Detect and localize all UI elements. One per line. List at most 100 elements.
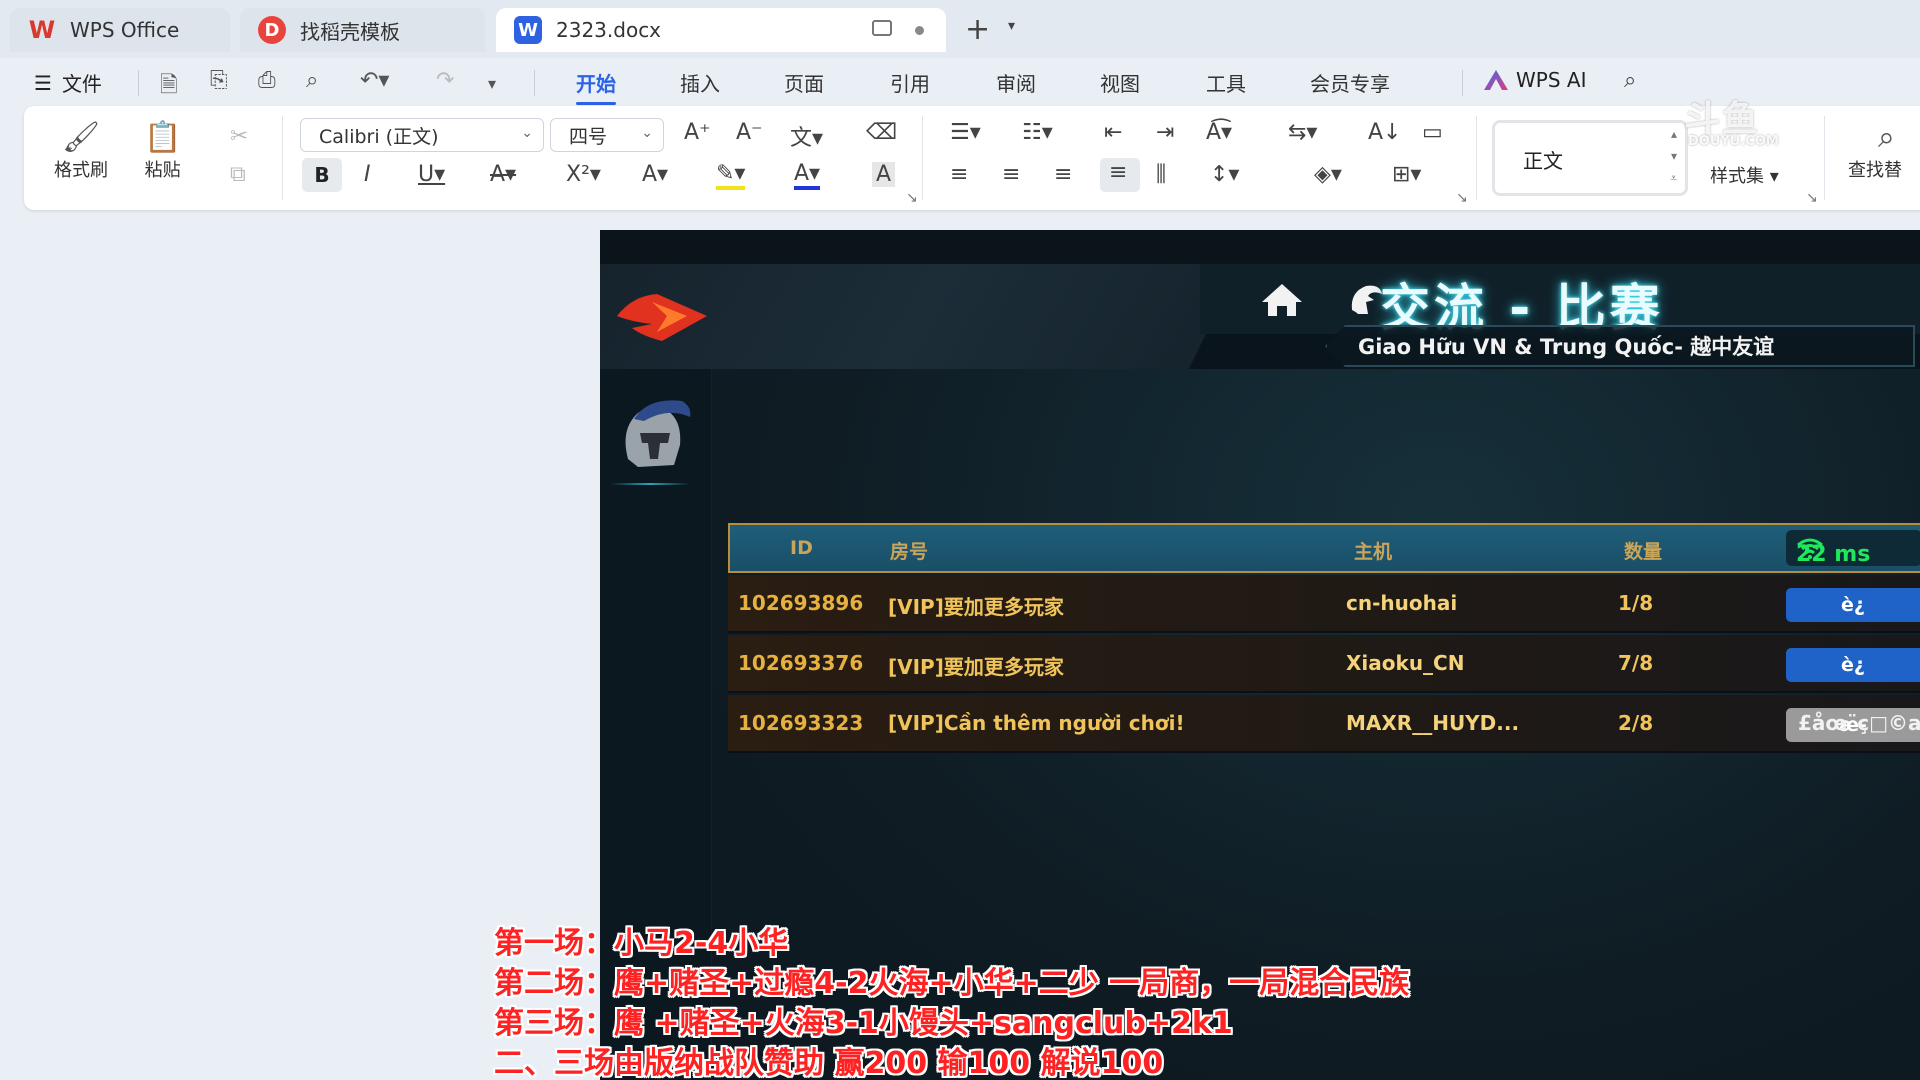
douyu-watermark-url: DOUYU.COM xyxy=(1688,134,1779,149)
wps-ai-button[interactable]: WPS AI xyxy=(1484,68,1586,92)
bold-button[interactable]: B xyxy=(302,158,342,192)
style-set-label: 样式集 xyxy=(1710,166,1764,187)
paste-label: 粘贴 xyxy=(144,160,181,181)
print-preview-icon[interactable]: ⌕ xyxy=(306,68,318,93)
show-marks-icon[interactable]: ▭ xyxy=(1422,120,1443,145)
room-name: [VIP]要加更多玩家 xyxy=(888,595,1064,619)
home-icon[interactable] xyxy=(1260,282,1304,318)
table-row[interactable]: 102693376 [VIP]要加更多玩家 Xiaoku_CN 7/8 è¿ xyxy=(728,635,1920,693)
search-icon[interactable]: ⌕ xyxy=(1624,68,1636,93)
find-replace-button[interactable]: ⌕ 查找替 xyxy=(1848,120,1902,182)
italic-icon[interactable]: I xyxy=(364,162,371,187)
grow-font-icon[interactable]: A⁺ xyxy=(684,120,711,145)
shading-icon[interactable]: ◈▾ xyxy=(1314,162,1342,187)
ping-value: 22 ms xyxy=(1796,542,1871,567)
tab-view[interactable]: 视图 xyxy=(1100,68,1140,97)
font-name-select[interactable]: Calibri (正文) ⌄ xyxy=(300,118,544,152)
join-button[interactable]: è¿ xyxy=(1786,648,1920,682)
style-set-button[interactable]: 样式集 ▾ xyxy=(1710,162,1779,188)
align-center-icon[interactable]: ≡ xyxy=(1002,162,1020,187)
tab-wps-office[interactable]: W WPS Office xyxy=(10,8,230,52)
print-icon[interactable]: ⎙ xyxy=(258,68,276,93)
tab-page[interactable]: 页面 xyxy=(784,68,824,97)
text-effect-icon[interactable]: A▾ xyxy=(642,162,668,187)
tab-document[interactable]: W 2323.docx xyxy=(496,8,946,52)
clear-format-icon[interactable]: ⌫ xyxy=(866,120,897,145)
tab-label: WPS Office xyxy=(70,18,180,42)
table-header: ID 房号 主机 数量 22 ms xyxy=(728,523,1920,573)
highlight-icon[interactable]: ✎▾ xyxy=(716,162,746,190)
char-shading-icon[interactable]: A xyxy=(872,162,896,187)
room-id: 102693376 xyxy=(738,651,864,675)
chevron-down-icon[interactable]: ▾ xyxy=(1008,18,1015,34)
tab-tools[interactable]: 工具 xyxy=(1206,68,1246,97)
tab-home[interactable]: 开始 xyxy=(576,68,616,105)
style-current[interactable]: 正文 xyxy=(1523,145,1563,174)
paragraph-dialog-launcher-icon[interactable]: ↘ xyxy=(1456,190,1468,206)
divider xyxy=(1476,116,1477,200)
monitor-icon[interactable] xyxy=(872,20,892,36)
chevron-down-icon[interactable]: ▾ xyxy=(1671,149,1677,163)
tab-membership[interactable]: 会员专享 xyxy=(1310,68,1390,97)
superscript-icon[interactable]: X²▾ xyxy=(566,162,601,187)
bullet-list-icon[interactable]: ☰▾ xyxy=(950,120,981,145)
export-icon[interactable]: ⎘ xyxy=(210,68,228,93)
undo-icon[interactable]: ↶▾ xyxy=(360,68,389,93)
numbered-list-icon[interactable]: ☷▾ xyxy=(1022,120,1053,145)
borders-icon[interactable]: ⊞▾ xyxy=(1392,162,1421,187)
page-subtitle: Giao Hữu VN & Trung Quốc- 越中友谊 xyxy=(1358,335,1775,359)
strikethrough-icon[interactable]: A▾ xyxy=(490,162,516,187)
format-painter-label: 格式刷 xyxy=(54,160,108,181)
expand-icon[interactable]: ⩡ xyxy=(1670,171,1677,186)
chevron-up-icon[interactable]: ▴ xyxy=(1671,127,1677,141)
shrink-font-icon[interactable]: A⁻ xyxy=(736,120,763,145)
tab-review[interactable]: 审阅 xyxy=(996,68,1036,97)
cut-icon[interactable]: ✂ xyxy=(230,124,248,149)
text-direction-icon[interactable]: ⇆▾ xyxy=(1288,120,1317,145)
paste-button[interactable]: 📋 粘贴 xyxy=(144,120,181,182)
file-menu[interactable]: ☰ 文件 xyxy=(34,68,102,97)
decrease-indent-icon[interactable]: ⇤ xyxy=(1104,120,1122,145)
increase-indent-icon[interactable]: ⇥ xyxy=(1156,120,1174,145)
line-spacing-icon[interactable]: ↕▾ xyxy=(1210,162,1239,187)
room-host: Xiaoku_CN xyxy=(1346,651,1465,675)
chevron-down-icon: ⌄ xyxy=(521,125,533,141)
avatar[interactable] xyxy=(608,389,700,479)
styles-dialog-launcher-icon[interactable]: ↘ xyxy=(1806,190,1818,206)
chinese-layout-icon[interactable]: A͡▾ xyxy=(1206,120,1232,145)
font-size-select[interactable]: 四号 ⌄ xyxy=(550,118,664,152)
underline-icon[interactable]: U▾ xyxy=(418,162,445,187)
format-painter-button[interactable]: 🖌 格式刷 xyxy=(54,120,108,182)
divider xyxy=(138,70,139,96)
column-count[interactable]: 数量 xyxy=(1624,537,1662,564)
redo-icon[interactable]: ↷ xyxy=(436,68,454,93)
align-left-icon[interactable]: ≡ xyxy=(950,162,968,187)
font-color-icon[interactable]: A▾ xyxy=(794,162,821,190)
tab-references[interactable]: 引用 xyxy=(890,68,930,97)
font-dialog-launcher-icon[interactable]: ↘ xyxy=(906,190,918,206)
divider xyxy=(922,116,923,200)
phonetic-icon[interactable]: 文▾ xyxy=(790,120,823,152)
column-room[interactable]: 房号 xyxy=(890,537,928,564)
new-tab-plus-icon[interactable]: + xyxy=(965,12,990,47)
copy-icon[interactable]: ⧉ xyxy=(230,162,246,187)
join-button[interactable]: è¿ xyxy=(1786,588,1920,622)
word-doc-icon: W xyxy=(514,16,542,44)
game-logo-icon xyxy=(617,294,707,341)
justify-button[interactable]: ≡ xyxy=(1100,158,1140,192)
save-icon[interactable]: 🗎 xyxy=(160,68,178,106)
more-chevron-icon[interactable]: ▾ xyxy=(488,74,496,93)
tab-docer-templates[interactable]: D 找稻壳模板 xyxy=(240,8,485,52)
tab-insert[interactable]: 插入 xyxy=(680,68,720,97)
align-right-icon[interactable]: ≡ xyxy=(1054,162,1072,187)
column-host[interactable]: 主机 xyxy=(1354,537,1392,564)
distribute-icon[interactable]: ⫼ xyxy=(1156,162,1166,187)
style-gallery[interactable]: 正文 ▴ ▾ ⩡ xyxy=(1492,120,1688,196)
column-id[interactable]: ID xyxy=(790,537,813,559)
spartan-helmet-icon[interactable] xyxy=(1346,280,1384,318)
sort-icon[interactable]: A↓ xyxy=(1368,120,1401,145)
table-row[interactable]: 102693323 [VIP]Cần thêm người chơi! MAXR… xyxy=(728,695,1920,753)
divider xyxy=(1824,116,1825,200)
table-row[interactable]: 102693896 [VIP]要加更多玩家 cn-huohai 1/8 è¿ xyxy=(728,575,1920,633)
caption-line: 第一场：小马2-4小华 xyxy=(494,926,789,961)
